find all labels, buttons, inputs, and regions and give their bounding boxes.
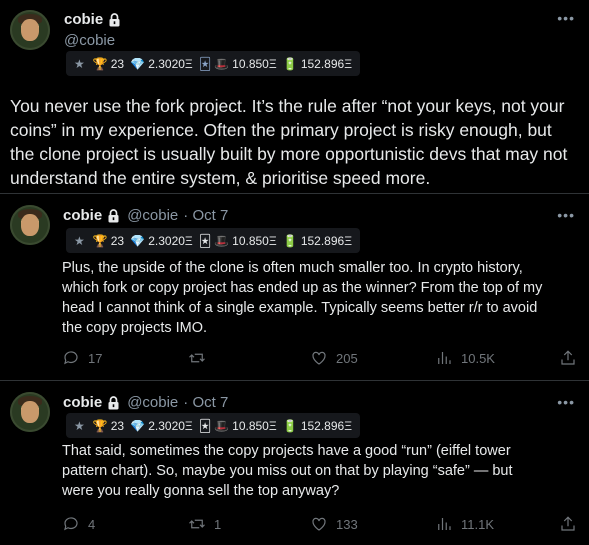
tweet-text-line: the copy projects IMO. <box>62 320 208 336</box>
trophy-count: 23 <box>110 233 125 248</box>
diamond-value: 2.3020Ξ <box>148 233 193 248</box>
trophy-count: 23 <box>110 418 125 433</box>
reply-count: 4 <box>88 516 96 532</box>
star-icon[interactable]: ★ <box>74 234 85 248</box>
stats-badge: ★ 🏆 23 💎 2.3020Ξ 🃏 🎩 10.850Ξ 🔋 152.896Ξ <box>66 413 360 438</box>
like-button[interactable]: 205 <box>310 349 358 367</box>
tweet-text-line: Plus, the upside of the clone is often m… <box>62 260 523 276</box>
action-bar: 4 1 133 11.1K <box>62 515 577 535</box>
retweet-button[interactable] <box>188 349 214 367</box>
author-handle[interactable]: @cobie <box>127 394 178 411</box>
diamond-value: 2.3020Ξ <box>148 418 193 433</box>
author-name[interactable]: cobie <box>63 394 102 411</box>
trophy-icon: 🏆 <box>92 233 108 248</box>
reply-tweet: cobie @cobie · Oct 7 ••• ★ 🏆 23 💎 2.3020… <box>0 381 589 545</box>
hat-icon: 🎩 <box>214 56 230 71</box>
author-handle[interactable]: @cobie <box>64 32 115 49</box>
tweet-text: You never use the fork project. It’s the… <box>10 94 580 190</box>
tweet-text-line: the clone project is usually built by mo… <box>10 144 568 164</box>
battery-icon: 🔋 <box>282 56 298 71</box>
retweet-count: 1 <box>214 516 222 532</box>
tweet-text: That said, sometimes the copy projects h… <box>62 441 577 501</box>
trophy-icon: 🏆 <box>92 418 108 433</box>
reply-button[interactable]: 17 <box>62 349 102 367</box>
battery-icon: 🔋 <box>282 418 298 433</box>
cards-value: 10.850Ξ <box>232 418 277 433</box>
diamond-icon: 💎 <box>130 233 146 248</box>
views-count: 10.5K <box>461 350 495 366</box>
trophy-count: 23 <box>110 56 125 71</box>
author-handle[interactable]: @cobie <box>127 207 178 224</box>
battery-value: 152.896Ξ <box>300 56 352 71</box>
reply-icon <box>64 517 78 531</box>
cards-value: 10.850Ξ <box>232 233 277 248</box>
lock-icon <box>108 208 119 222</box>
battery-icon: 🔋 <box>282 233 298 248</box>
like-count: 205 <box>336 350 358 366</box>
tweet-text-line: were you really gonna sell the top anywa… <box>62 483 340 499</box>
author-name-row: cobie <box>64 11 121 28</box>
tweet-text-line: That said, sometimes the copy projects h… <box>62 443 511 459</box>
stats-badge: ★ 🏆 23 💎 2.3020Ξ 🃏 🎩 10.850Ξ 🔋 152.896Ξ <box>66 228 360 253</box>
cards-icon: 🃏 <box>198 418 212 433</box>
battery-value: 152.896Ξ <box>300 418 352 433</box>
cards-icon: 🃏 <box>198 56 212 71</box>
heart-icon <box>312 517 326 531</box>
tweet-text-line: coins” in my experience. Often the prima… <box>10 120 552 140</box>
views-count: 11.1K <box>461 516 495 532</box>
tweet-text-line: You never use the fork project. It’s the… <box>10 96 565 116</box>
more-icon[interactable]: ••• <box>557 207 575 223</box>
tweet-text-line: understand the entire system, & prioriti… <box>10 168 431 188</box>
tweet-text: Plus, the upside of the clone is often m… <box>62 258 577 338</box>
views-icon <box>438 518 451 530</box>
diamond-icon: 💎 <box>130 418 146 433</box>
author-name-row: cobie @cobie · Oct 7 <box>63 394 228 411</box>
share-icon <box>561 516 575 531</box>
reply-tweet: cobie @cobie · Oct 7 ••• ★ 🏆 23 💎 2.3020… <box>0 194 589 380</box>
tweet-text-line: head I cannot think of a single example.… <box>62 300 538 316</box>
views-button[interactable]: 11.1K <box>435 515 494 533</box>
diamond-icon: 💎 <box>130 56 146 71</box>
lock-icon <box>108 395 119 409</box>
battery-value: 152.896Ξ <box>300 233 352 248</box>
star-icon[interactable]: ★ <box>74 419 85 433</box>
action-bar: 17 205 10.5K <box>62 349 577 369</box>
cards-value: 10.850Ξ <box>232 56 277 71</box>
retweet-button[interactable]: 1 <box>188 515 221 533</box>
reply-icon <box>64 351 78 365</box>
trophy-icon: 🏆 <box>92 56 108 71</box>
avatar[interactable] <box>10 10 50 50</box>
star-icon[interactable]: ★ <box>74 57 85 71</box>
like-button[interactable]: 133 <box>310 515 358 533</box>
like-count: 133 <box>336 516 358 532</box>
share-button[interactable] <box>559 349 577 367</box>
tweet-date[interactable]: · Oct 7 <box>183 207 228 224</box>
share-icon <box>561 350 575 365</box>
retweet-icon <box>189 519 205 529</box>
reply-button[interactable]: 4 <box>62 515 95 533</box>
diamond-value: 2.3020Ξ <box>148 56 193 71</box>
author-name-row: cobie @cobie · Oct 7 <box>63 207 228 224</box>
tweet-text-line: pattern chart). So, maybe you miss out o… <box>62 463 513 479</box>
heart-icon <box>312 351 326 365</box>
share-button[interactable] <box>559 515 577 533</box>
reply-count: 17 <box>88 350 103 366</box>
avatar[interactable] <box>10 205 50 245</box>
avatar[interactable] <box>10 392 50 432</box>
views-icon <box>438 352 451 364</box>
hat-icon: 🎩 <box>214 233 230 248</box>
retweet-icon <box>189 353 205 363</box>
stats-badge: ★ 🏆 23 💎 2.3020Ξ 🃏 🎩 10.850Ξ 🔋 152.896Ξ <box>66 51 360 76</box>
author-name[interactable]: cobie <box>63 207 102 224</box>
views-button[interactable]: 10.5K <box>435 349 495 367</box>
main-tweet: cobie @cobie ••• ★ 🏆 23 💎 2.3020Ξ 🃏 🎩 10… <box>0 0 589 193</box>
more-icon[interactable]: ••• <box>557 10 575 26</box>
cards-icon: 🃏 <box>198 233 212 248</box>
lock-icon <box>109 12 120 26</box>
tweet-text-line: which fork or copy project has ended up … <box>62 280 543 296</box>
more-icon[interactable]: ••• <box>557 394 575 410</box>
author-name[interactable]: cobie <box>64 11 103 28</box>
hat-icon: 🎩 <box>214 418 230 433</box>
tweet-date[interactable]: · Oct 7 <box>183 394 228 411</box>
